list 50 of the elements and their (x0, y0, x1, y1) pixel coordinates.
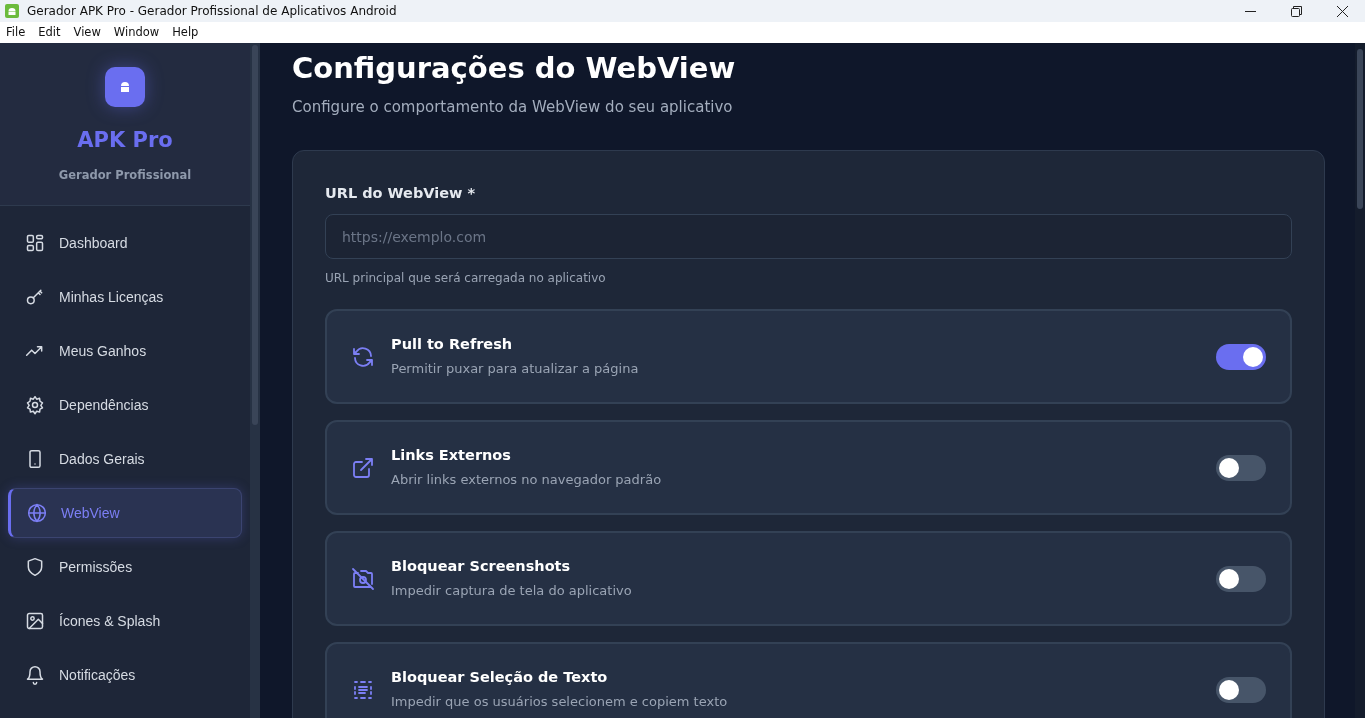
setting-title: Links Externos (391, 446, 512, 466)
toggle-switch[interactable] (1216, 676, 1266, 703)
setting-description: Impedir captura de tela do aplicativo (391, 582, 632, 601)
sidebar-item[interactable]: Dados Gerais (8, 434, 242, 484)
external-link-icon (351, 455, 375, 480)
image-icon (25, 611, 45, 631)
sidebar-item[interactable]: Ícones & Splash (8, 596, 242, 646)
url-input-field[interactable]: https://exemplo.com (325, 214, 1292, 260)
setting-description: Permitir puxar para atualizar a página (391, 360, 639, 379)
globe-icon (27, 503, 47, 523)
setting-title: Bloquear Screenshots (391, 557, 572, 577)
menu-item[interactable]: File (6, 23, 26, 42)
app-icon (5, 4, 19, 18)
setting-title: Pull to Refresh (391, 335, 514, 355)
setting-description: Abrir links externos no navegador padrão (391, 471, 662, 490)
toggle-switch[interactable] (1216, 343, 1266, 370)
sidebar-item[interactable]: Permissões (8, 542, 242, 592)
sidebar-item[interactable]: Meus Ganhos (8, 326, 242, 376)
android-logo-icon (105, 67, 145, 107)
field-label: URL do WebView * (325, 184, 477, 204)
window-title: Gerador APK Pro - Gerador Profissional de Aplicativos Android (27, 3, 397, 20)
gear-icon (25, 395, 45, 415)
sidebar-item[interactable]: Dashboard (8, 218, 242, 268)
key-icon (25, 287, 45, 307)
field-help-text: URL principal que será carregada no aplicativo (325, 270, 607, 288)
camera-off-icon (351, 566, 375, 591)
toggle-switch[interactable] (1216, 565, 1266, 592)
sidebar-item[interactable]: Dependências (8, 380, 242, 430)
page-subtitle: Configure o comportamento da WebView do seu aplicativo (292, 96, 734, 118)
setting-description: Impedir que os usuários selecionem e copiem texto (391, 693, 728, 712)
brand-name: APK Pro (77, 127, 173, 154)
brand-subtitle: Gerador Profissional (58, 166, 192, 184)
main-scrollbar[interactable] (1355, 43, 1365, 718)
sidebar-item[interactable]: Notificações (8, 650, 242, 700)
page-title: Configurações do WebView (292, 51, 737, 86)
sidebar-item[interactable]: Minhas Licenças (8, 272, 242, 322)
grid-icon (25, 233, 45, 253)
sidebar-scrollbar[interactable] (250, 43, 260, 718)
close-icon[interactable] (1336, 5, 1348, 17)
toggle-switch[interactable] (1216, 454, 1266, 481)
refresh-icon (351, 344, 375, 369)
menu-item[interactable]: View (73, 23, 101, 42)
menu-item[interactable]: Edit (38, 23, 61, 42)
menu-item[interactable]: Window (113, 23, 160, 42)
shield-icon (25, 557, 45, 577)
menu-item[interactable]: Help (172, 23, 199, 42)
sidebar-item[interactable]: WebView (8, 488, 242, 538)
setting-title: Bloquear Seleção de Texto (391, 668, 609, 688)
restore-icon[interactable] (1290, 5, 1302, 17)
bell-icon (25, 665, 45, 685)
